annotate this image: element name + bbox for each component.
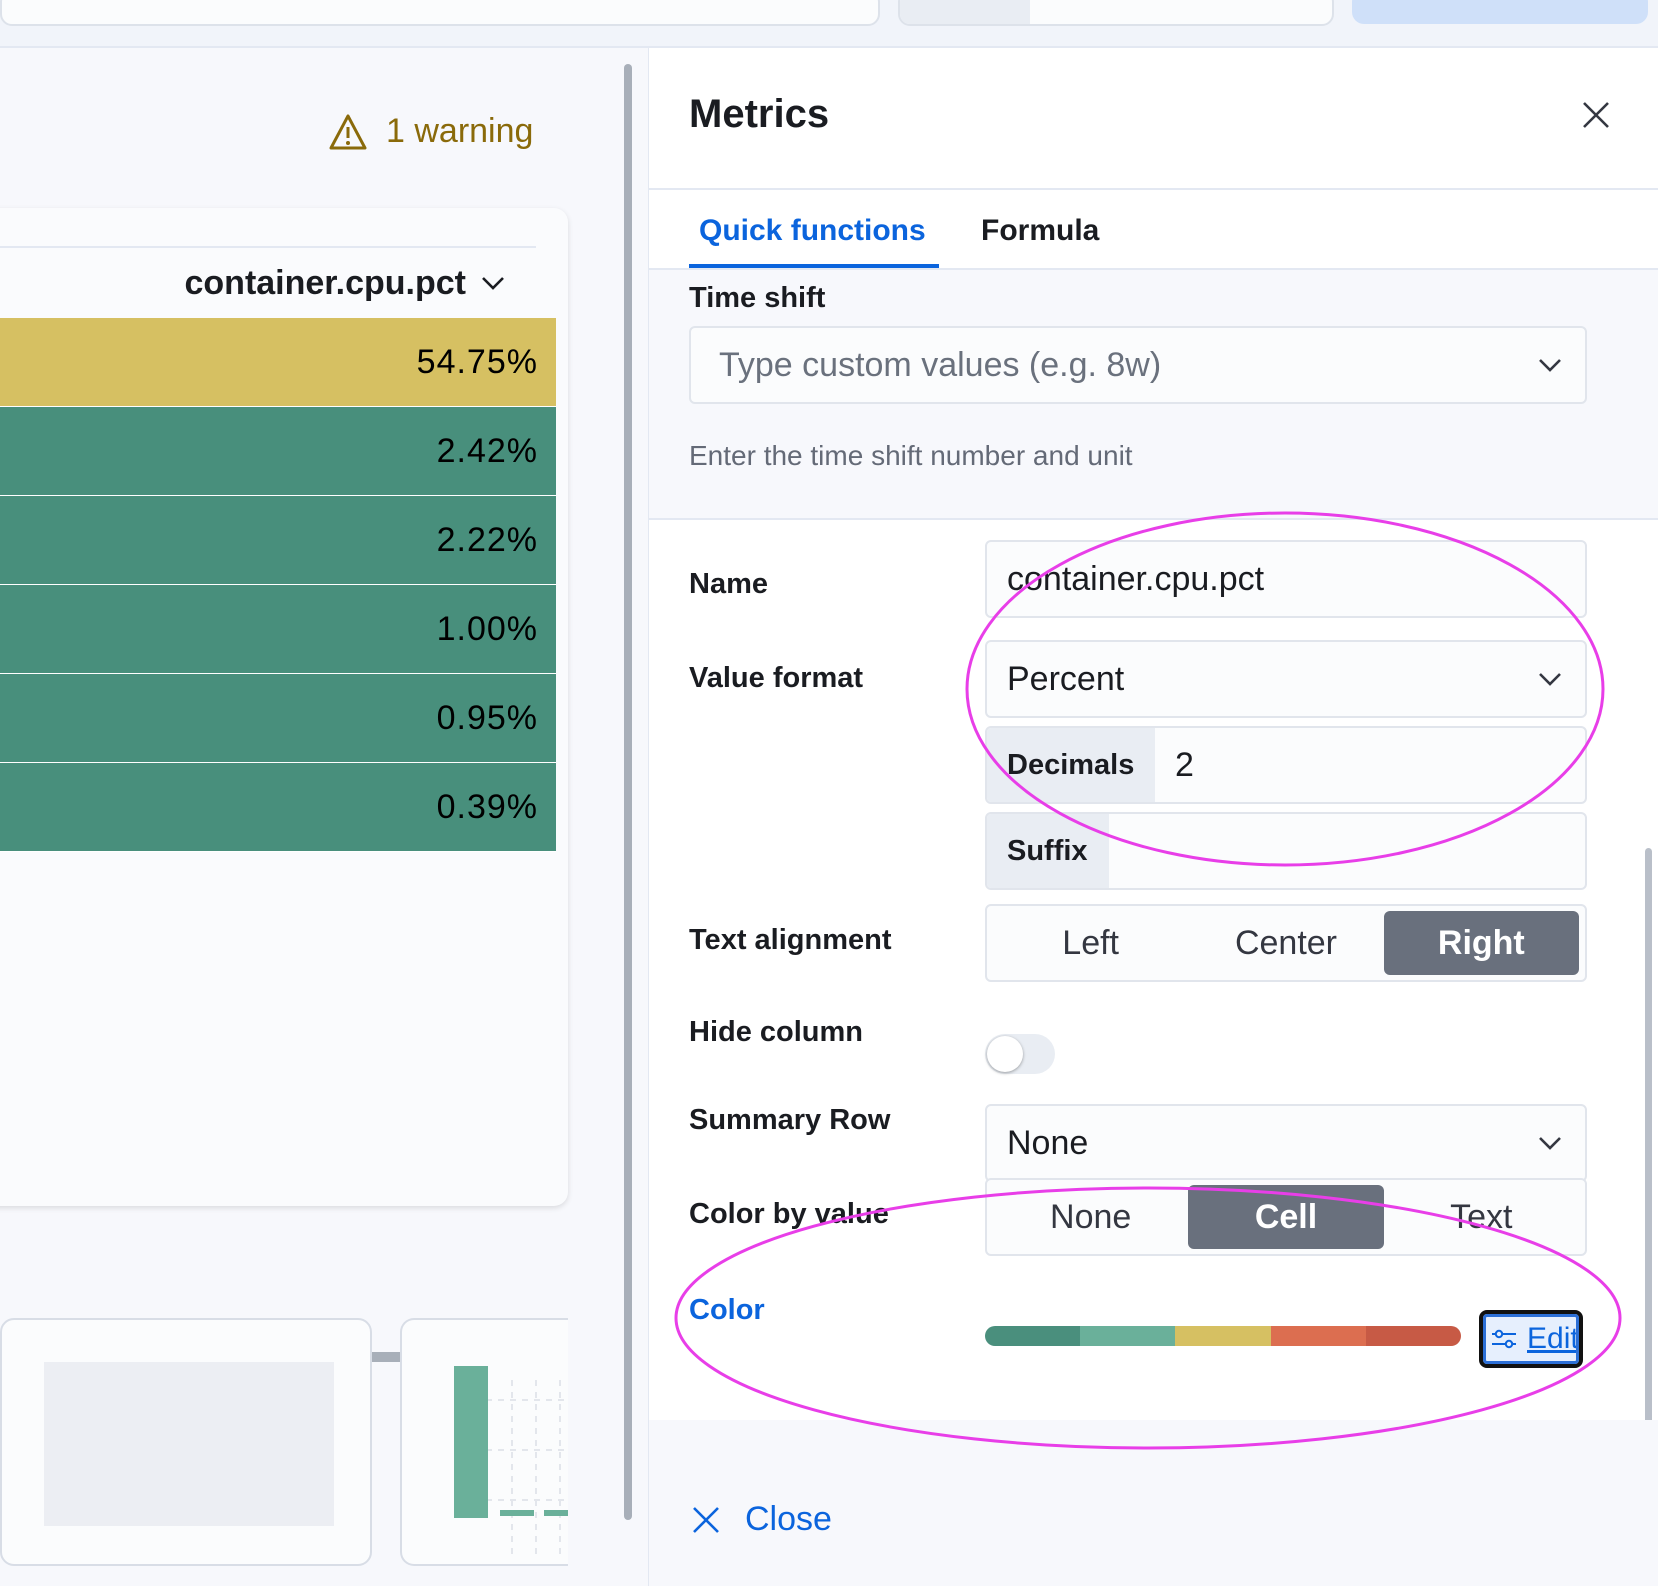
color-none-button[interactable]: None xyxy=(993,1185,1188,1249)
flyout-scrollbar[interactable] xyxy=(1645,848,1652,1430)
palette-stop xyxy=(1270,1326,1366,1346)
summary-row-select[interactable]: None xyxy=(985,1104,1587,1182)
warning-text: 1 warning xyxy=(386,112,534,150)
cell-value: 54.75% xyxy=(416,342,538,381)
palette-stop xyxy=(985,1326,1081,1346)
value-format-selected: Percent xyxy=(1007,659,1125,698)
time-shift-combobox[interactable]: Type custom values (e.g. 8w) xyxy=(689,326,1587,404)
cell-value: 1.00% xyxy=(436,609,538,648)
metrics-flyout: Metrics Quick functions Formula Time shi… xyxy=(648,48,1658,1586)
edit-label: Edit xyxy=(1527,1322,1579,1355)
table-row: 54.75% xyxy=(0,318,556,407)
workspace-scrollbar[interactable] xyxy=(624,64,632,1520)
summary-row-selected: None xyxy=(1007,1123,1089,1162)
suggestion-tile-table[interactable] xyxy=(0,1318,372,1566)
color-palette-preview xyxy=(985,1326,1461,1346)
bar-chart-thumbnail xyxy=(454,1366,568,1556)
suffix-label: Suffix xyxy=(987,814,1109,888)
divider xyxy=(649,188,1658,190)
color-text-button[interactable]: Text xyxy=(1384,1185,1579,1249)
hide-column-switch[interactable] xyxy=(985,1034,1055,1074)
summary-row-label: Summary Row xyxy=(689,1104,891,1136)
chevron-down-icon[interactable] xyxy=(1537,357,1563,373)
flyout-footer: Close xyxy=(649,1420,1658,1586)
cell-value: 2.42% xyxy=(436,431,538,470)
align-left-button[interactable]: Left xyxy=(993,911,1188,975)
table-row: 2.22% xyxy=(0,496,556,585)
date-picker[interactable] xyxy=(898,0,1334,26)
palette-stop xyxy=(1080,1326,1176,1346)
tab-quick-functions[interactable]: Quick functions xyxy=(699,214,926,248)
close-label: Close xyxy=(745,1500,832,1538)
controls-icon xyxy=(1492,1329,1516,1349)
cell-value: 2.22% xyxy=(436,520,538,559)
table-row: 2.42% xyxy=(0,407,556,496)
text-alignment-label: Text alignment xyxy=(689,924,892,956)
warning-icon xyxy=(329,114,367,149)
close-button[interactable]: Close xyxy=(691,1500,832,1539)
tab-formula[interactable]: Formula xyxy=(981,214,1099,248)
name-label: Name xyxy=(689,568,768,600)
suggestion-thumbnail xyxy=(44,1362,334,1526)
palette-stop xyxy=(1365,1326,1461,1346)
table-row: 1.00% xyxy=(0,585,556,674)
warning-indicator[interactable]: 1 warning xyxy=(328,112,533,151)
palette-stop xyxy=(1175,1326,1271,1346)
column-header[interactable]: container.cpu.pct xyxy=(0,246,536,322)
time-shift-placeholder: Type custom values (e.g. 8w) xyxy=(719,345,1162,384)
table-row: 0.39% xyxy=(0,763,556,852)
cell-value: 0.95% xyxy=(436,698,538,737)
suffix-field[interactable]: Suffix xyxy=(985,812,1587,890)
refresh-button[interactable] xyxy=(1352,0,1648,24)
switch-knob xyxy=(987,1036,1023,1072)
color-by-value-label: Color by value xyxy=(689,1198,889,1230)
time-shift-help: Enter the time shift number and unit xyxy=(689,440,1133,471)
color-cell-button[interactable]: Cell xyxy=(1188,1185,1384,1249)
edit-palette-button[interactable]: Edit xyxy=(1479,1310,1583,1368)
time-shift-section: Time shift Type custom values (e.g. 8w) … xyxy=(649,270,1658,520)
suggestion-tile-bar-chart[interactable] xyxy=(400,1318,568,1566)
color-label: Color xyxy=(689,1294,765,1326)
align-right-button[interactable]: Right xyxy=(1383,911,1579,975)
align-center-button[interactable]: Center xyxy=(1188,911,1383,975)
chevron-down-icon[interactable] xyxy=(1537,1135,1563,1151)
decimals-label: Decimals xyxy=(987,728,1155,802)
hide-column-label: Hide column xyxy=(689,1016,864,1048)
decimals-value[interactable]: 2 xyxy=(1175,728,1194,802)
close-icon[interactable] xyxy=(1581,100,1611,130)
top-toolbar xyxy=(0,0,1658,48)
value-format-select[interactable]: Percent xyxy=(985,640,1587,718)
query-bar[interactable] xyxy=(0,0,880,26)
table-rows: 54.75% 2.42% 2.22% 1.00% 0.95% 0.39% xyxy=(0,318,556,852)
chevron-down-icon[interactable] xyxy=(480,275,506,291)
value-format-label: Value format xyxy=(689,662,864,694)
color-by-value-buttongroup: None Cell Text xyxy=(985,1178,1587,1256)
name-value: container.cpu.pct xyxy=(1007,559,1265,598)
time-shift-label: Time shift xyxy=(689,282,826,314)
table-row: 0.95% xyxy=(0,674,556,763)
text-alignment-buttongroup: Left Center Right xyxy=(985,904,1587,982)
decimals-field[interactable]: Decimals 2 xyxy=(985,726,1587,804)
name-input[interactable]: container.cpu.pct xyxy=(985,540,1587,618)
close-icon xyxy=(693,1506,719,1533)
date-picker-quick-menu[interactable] xyxy=(900,0,1030,24)
cell-value: 0.39% xyxy=(436,787,538,826)
column-header-label: container.cpu.pct xyxy=(184,263,467,302)
chevron-down-icon[interactable] xyxy=(1537,671,1563,687)
flyout-title: Metrics xyxy=(689,92,830,136)
